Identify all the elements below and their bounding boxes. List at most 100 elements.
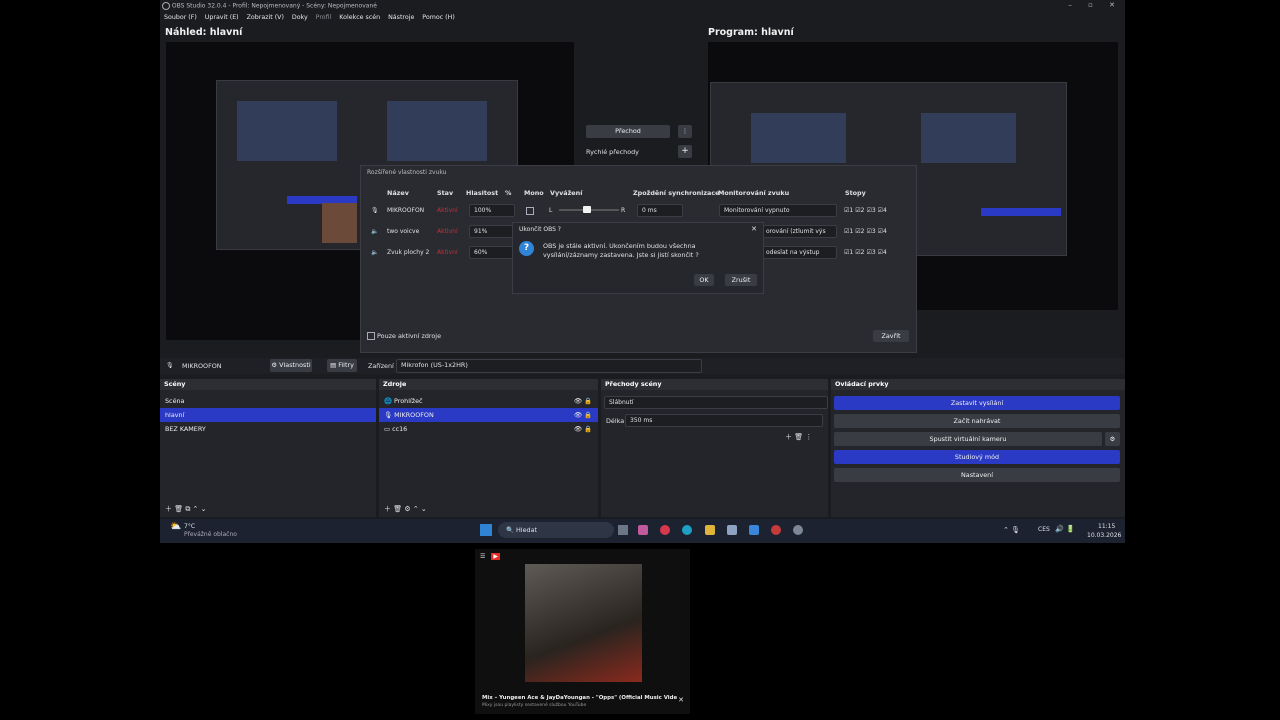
album-art[interactable] [525, 564, 642, 682]
monitor-select[interactable]: Monitorování vypnuto [719, 204, 837, 217]
menu-help[interactable]: Pomoc (H) [422, 14, 455, 21]
filters-button[interactable]: ▤ Filtry [327, 359, 357, 372]
taskbar-search[interactable]: 🔍 Hledat [498, 522, 614, 538]
virtual-camera-settings-icon[interactable]: ⚙ [1105, 432, 1120, 446]
visibility-lock-icons: 👁 🔒 [573, 425, 592, 433]
speaker-icon: 🔈 [371, 228, 379, 235]
close-icon[interactable]: ✕ [1109, 1, 1115, 9]
balance-slider[interactable] [559, 206, 619, 213]
mail-icon[interactable] [749, 525, 759, 535]
cancel-button[interactable]: Zrušit [725, 274, 757, 286]
header-volume: Hlasitost [466, 189, 499, 197]
edge-icon[interactable] [682, 525, 692, 535]
source-item-selected[interactable]: 🎙 MIKROOFON 👁 🔒 [379, 408, 598, 422]
yt-topbar: ☰ ▶ [480, 553, 500, 560]
balance-slider-handle[interactable] [583, 206, 591, 213]
maximize-icon[interactable]: ▫ [1088, 1, 1093, 9]
header-state: Stav [437, 189, 454, 197]
transition-button[interactable]: Přechod [586, 125, 670, 138]
mixer-row: 🎙 MIKROOFON Aktivní 100% L R 0 ms Monito… [371, 204, 911, 218]
transitions-title: Přechody scény [601, 379, 828, 390]
studio-mode-button[interactable]: Studiový mód [834, 450, 1120, 464]
speaker-icon: 🔈 [371, 249, 379, 256]
task-view-icon[interactable] [618, 525, 628, 535]
menu-profile[interactable]: Profil [316, 14, 332, 21]
transition-menu-icon[interactable]: ⋮ [678, 125, 692, 138]
header-name: Název [387, 189, 409, 197]
source-footer-icons[interactable]: ＋ 🗑 ⚙ ⌃ ⌄ [384, 504, 427, 514]
window-title-text: OBS Studio 32.0.4 - Profil: Nepojmenovan… [171, 2, 377, 10]
add-quick-transition-icon[interactable]: + [678, 145, 692, 158]
video-title: Mix – Yungeen Ace & JayDaYoungan - "Opps… [482, 695, 677, 701]
settings-button[interactable]: Nastavení [834, 468, 1120, 482]
volume-spinbox[interactable]: 100% [469, 204, 515, 217]
app-icon[interactable] [660, 525, 670, 535]
minimize-icon[interactable]: – [1068, 1, 1072, 9]
track-checkboxes[interactable]: ☑1 ☑2 ☑3 ☑4 [844, 249, 889, 256]
close-button[interactable]: Zavřít [873, 330, 909, 342]
header-balance: Vyvážení [550, 189, 583, 197]
start-virtual-camera-button[interactable]: Spustit virtuální kameru [834, 432, 1102, 446]
menu-tools[interactable]: Nástroje [388, 14, 414, 21]
source-item[interactable]: ▭ cc16 👁 🔒 [379, 422, 598, 436]
header-monitor: Monitorování zvuku [718, 189, 790, 197]
only-active-sources[interactable]: Pouze aktivní zdroje [367, 332, 441, 340]
close-miniplayer-icon[interactable]: ✕ [678, 696, 684, 704]
store-icon[interactable] [727, 525, 737, 535]
scene-item[interactable]: BEZ KAMERY [160, 422, 376, 436]
only-active-label: Pouze aktivní zdroje [377, 332, 442, 340]
weather-icon[interactable]: ⛅ [170, 522, 181, 532]
header-sync: Zpoždění synchronizace [633, 189, 720, 197]
sources-title: Zdroje [379, 379, 598, 390]
mono-checkbox[interactable] [526, 207, 534, 215]
window-controls: – ▫ ✕ [1068, 1, 1115, 9]
menu-scene-collection[interactable]: Kolekce scén [339, 14, 380, 21]
start-icon[interactable] [480, 524, 492, 536]
explorer-icon[interactable] [705, 525, 715, 535]
language-indicator[interactable]: CES [1038, 526, 1050, 533]
visibility-lock-icons: 👁 🔒 [573, 411, 592, 419]
copilot-icon[interactable] [638, 525, 648, 535]
windows-taskbar: ⛅ 7°C Převážně oblačno 🔍 Hledat ⌃ 🎙 CES … [160, 519, 1125, 543]
device-select[interactable]: Mikrofon (US-1x2HR) [396, 359, 702, 373]
weather-temp: 7°C [184, 523, 196, 530]
network-volume-icons[interactable]: 🔊 🔋 [1055, 525, 1075, 533]
track-checkboxes[interactable]: ☑1 ☑2 ☑3 ☑4 [844, 228, 889, 235]
transition-icons[interactable]: ＋ 🗑 ⋮ [785, 432, 812, 442]
menu-edit[interactable]: Upravit (E) [205, 14, 239, 21]
menu-docks[interactable]: Doky [292, 14, 308, 21]
tray-icons[interactable]: ⌃ 🎙 [1003, 526, 1020, 534]
advanced-audio-title: Rozšířené vlastnosti zvuku [367, 169, 447, 176]
properties-button[interactable]: ⚙ Vlastnosti [270, 359, 312, 372]
stop-streaming-button[interactable]: Zastavit vysílání [834, 396, 1120, 410]
clock-date: 10.03.2026 [1087, 532, 1122, 539]
ok-button[interactable]: OK [694, 274, 714, 286]
settings-icon[interactable] [793, 525, 803, 535]
scenes-title: Scény [160, 379, 376, 390]
transitions-dock: Přechody scény Slábnutí Délka 350 ms ＋ 🗑… [601, 379, 828, 517]
start-recording-button[interactable]: Začít nahrávat [834, 414, 1120, 428]
volume-spinbox[interactable]: 91% [469, 225, 515, 238]
track-checkboxes[interactable]: ☑1 ☑2 ☑3 ☑4 [844, 207, 889, 214]
volume-spinbox[interactable]: 60% [469, 246, 515, 259]
chrome-icon[interactable] [771, 525, 781, 535]
monitor-select[interactable]: odeslat na výstup [761, 246, 837, 259]
clock-time: 11:15 [1098, 523, 1116, 530]
monitor-select[interactable]: orování (ztlumit výs [761, 225, 837, 238]
duration-spinbox[interactable]: 350 ms [625, 414, 823, 427]
controls-dock: Ovládací prvky Zastavit vysílání Začít n… [831, 379, 1125, 517]
scene-footer-icons[interactable]: ＋ 🗑 ⧉ ⌃ ⌄ [165, 504, 207, 514]
scene-item[interactable]: Scéna [160, 394, 376, 408]
exit-confirm-title: Ukončit OBS ? [519, 226, 561, 233]
mixer-row-name: Zvuk plochy 2 [387, 249, 430, 256]
scene-item-selected[interactable]: hlavní [160, 408, 376, 422]
question-icon: ? [519, 241, 534, 256]
sync-offset-spinbox[interactable]: 0 ms [637, 204, 683, 217]
transition-type-select[interactable]: Slábnutí [604, 396, 828, 409]
menu-view[interactable]: Zobrazit (V) [247, 14, 284, 21]
menu-file[interactable]: Soubor (F) [164, 14, 197, 21]
balance-left-label: L [549, 207, 553, 214]
source-item[interactable]: 🌐 Prohlížeč 👁 🔒 [379, 394, 598, 408]
close-dialog-icon[interactable]: ✕ [751, 225, 757, 233]
only-active-checkbox[interactable] [367, 332, 375, 340]
